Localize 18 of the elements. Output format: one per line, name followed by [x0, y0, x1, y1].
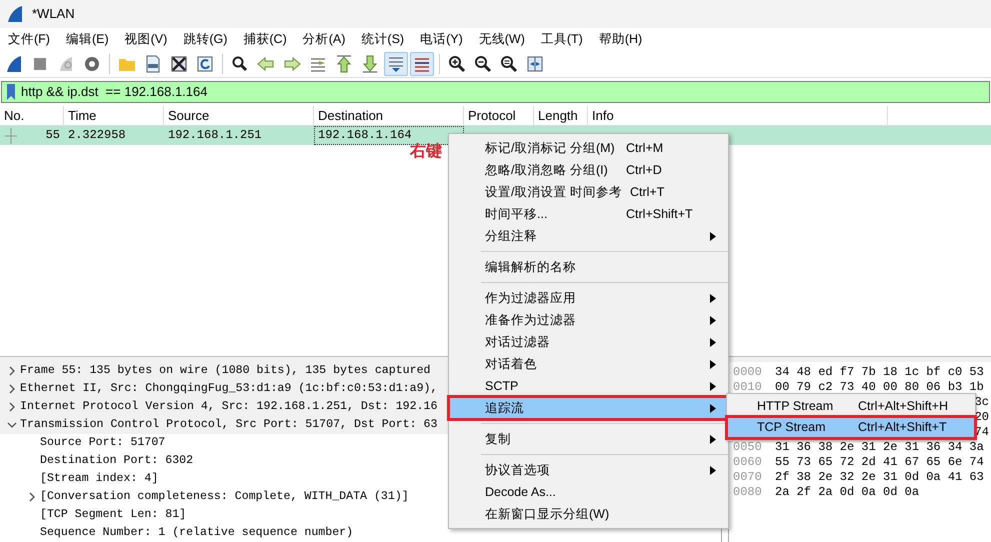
hex-bytes: 55 73 65 72 2d 41 67 65 6e 74	[775, 454, 984, 470]
offset-text: 0060	[732, 454, 763, 470]
table-cell-text: 2.322958	[67, 126, 127, 144]
table-cell-text: 192.168.1.251	[167, 126, 263, 144]
hex-bytes: 31 36 38 2e 31 2e 31 36 34 3a	[775, 440, 984, 455]
hex-bytes: 34 48 ed f7 7b 18 1c bf c0 53	[775, 364, 984, 380]
offset-text: 0010	[732, 380, 763, 395]
offset-text: 0070	[732, 470, 763, 485]
offset-text: 0050	[732, 440, 763, 455]
hex-bytes: 2f 38 2e 32 2e 31 0d 0a 41 63	[775, 470, 984, 485]
table-cell-text: 55	[46, 126, 60, 144]
hex-bytes: 00 79 c2 73 40 00 80 06 b3 1b	[775, 380, 984, 395]
window-title: *WLAN	[32, 5, 75, 24]
offset-text: 0000	[732, 364, 763, 380]
annotation-text: 右键	[410, 142, 442, 162]
offset-text: 0080	[732, 484, 763, 500]
hex-bytes: 2a 2f 2a 0d 0a 0d 0a	[775, 484, 920, 500]
hex-bytes: 3c	[974, 394, 990, 410]
